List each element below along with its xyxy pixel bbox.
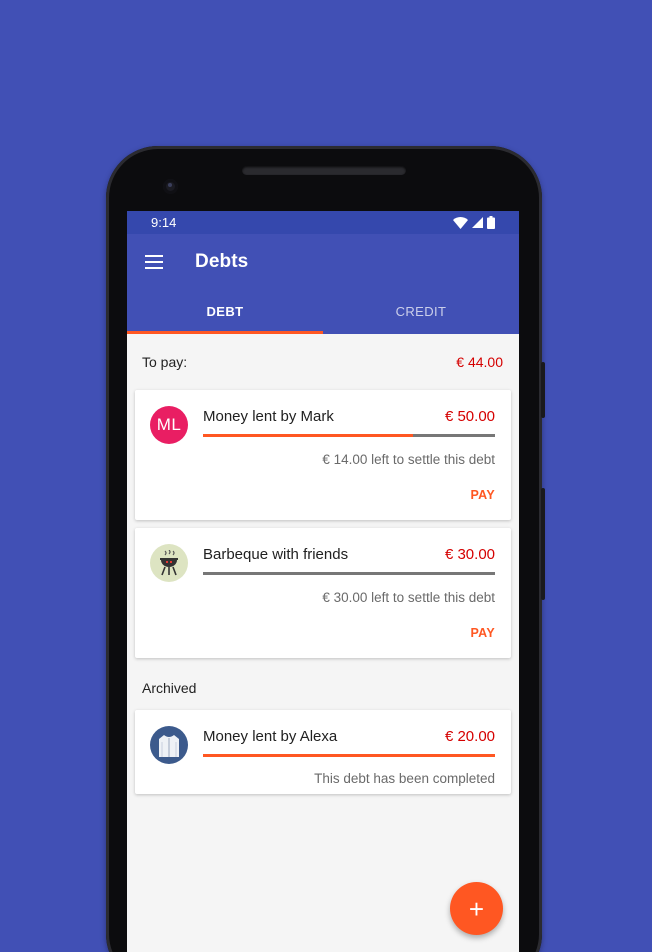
- battery-icon: [487, 216, 495, 229]
- debt-title: Barbeque with friends: [203, 546, 349, 563]
- archived-debt-card[interactable]: Money lent by Alexa € 20.00 This debt ha…: [135, 710, 511, 794]
- avatar: ML: [150, 406, 188, 444]
- phone-side-button: [541, 362, 545, 418]
- to-pay-label: To pay:: [142, 354, 188, 370]
- phone-side-button: [541, 488, 545, 600]
- debt-list: To pay: € 44.00 ML Money lent by Mark € …: [127, 334, 519, 952]
- phone-camera: [163, 179, 178, 194]
- app-screen: 9:14 Debts DEBT CREDIT To pay: € 44.00 M…: [127, 211, 519, 952]
- debt-title: Money lent by Mark: [203, 408, 334, 425]
- tab-bar: DEBT CREDIT: [127, 289, 519, 334]
- status-time: 9:14: [151, 215, 177, 230]
- debt-amount: € 50.00: [444, 408, 495, 425]
- debt-progress-bar: [203, 754, 495, 757]
- debt-note: This debt has been completed: [314, 771, 495, 786]
- debt-progress-bar: [203, 572, 495, 575]
- debt-title: Money lent by Alexa: [203, 728, 338, 745]
- to-pay-summary: To pay: € 44.00: [127, 334, 519, 390]
- app-bar: Debts DEBT CREDIT: [127, 234, 519, 334]
- debt-amount: € 30.00: [444, 546, 495, 563]
- progress-fill: [203, 434, 414, 437]
- status-icons: [453, 216, 495, 229]
- debt-progress-bar: [203, 434, 495, 437]
- shirt-icon: [150, 726, 188, 764]
- signal-icon: [472, 217, 483, 228]
- progress-fill: [203, 754, 495, 757]
- tab-debt[interactable]: DEBT: [127, 289, 323, 334]
- to-pay-amount: € 44.00: [456, 354, 503, 370]
- hamburger-menu-icon[interactable]: [127, 254, 182, 269]
- debt-amount: € 20.00: [444, 728, 495, 745]
- debt-card[interactable]: Barbeque with friends € 30.00 € 30.00 le…: [135, 528, 511, 658]
- archived-section-label: Archived: [142, 680, 197, 696]
- status-bar: 9:14: [127, 211, 519, 234]
- tab-credit[interactable]: CREDIT: [323, 289, 519, 334]
- debt-card[interactable]: ML Money lent by Mark € 50.00 € 14.00 le…: [135, 390, 511, 520]
- pay-button[interactable]: PAY: [470, 488, 495, 502]
- debt-note: € 30.00 left to settle this debt: [322, 590, 495, 605]
- pay-button[interactable]: PAY: [470, 626, 495, 640]
- wifi-icon: [453, 216, 468, 229]
- phone-speaker: [242, 166, 406, 175]
- debt-note: € 14.00 left to settle this debt: [322, 452, 495, 467]
- add-debt-button[interactable]: +: [450, 882, 503, 935]
- barbecue-icon: [150, 544, 188, 582]
- page-title: Debts: [195, 250, 249, 272]
